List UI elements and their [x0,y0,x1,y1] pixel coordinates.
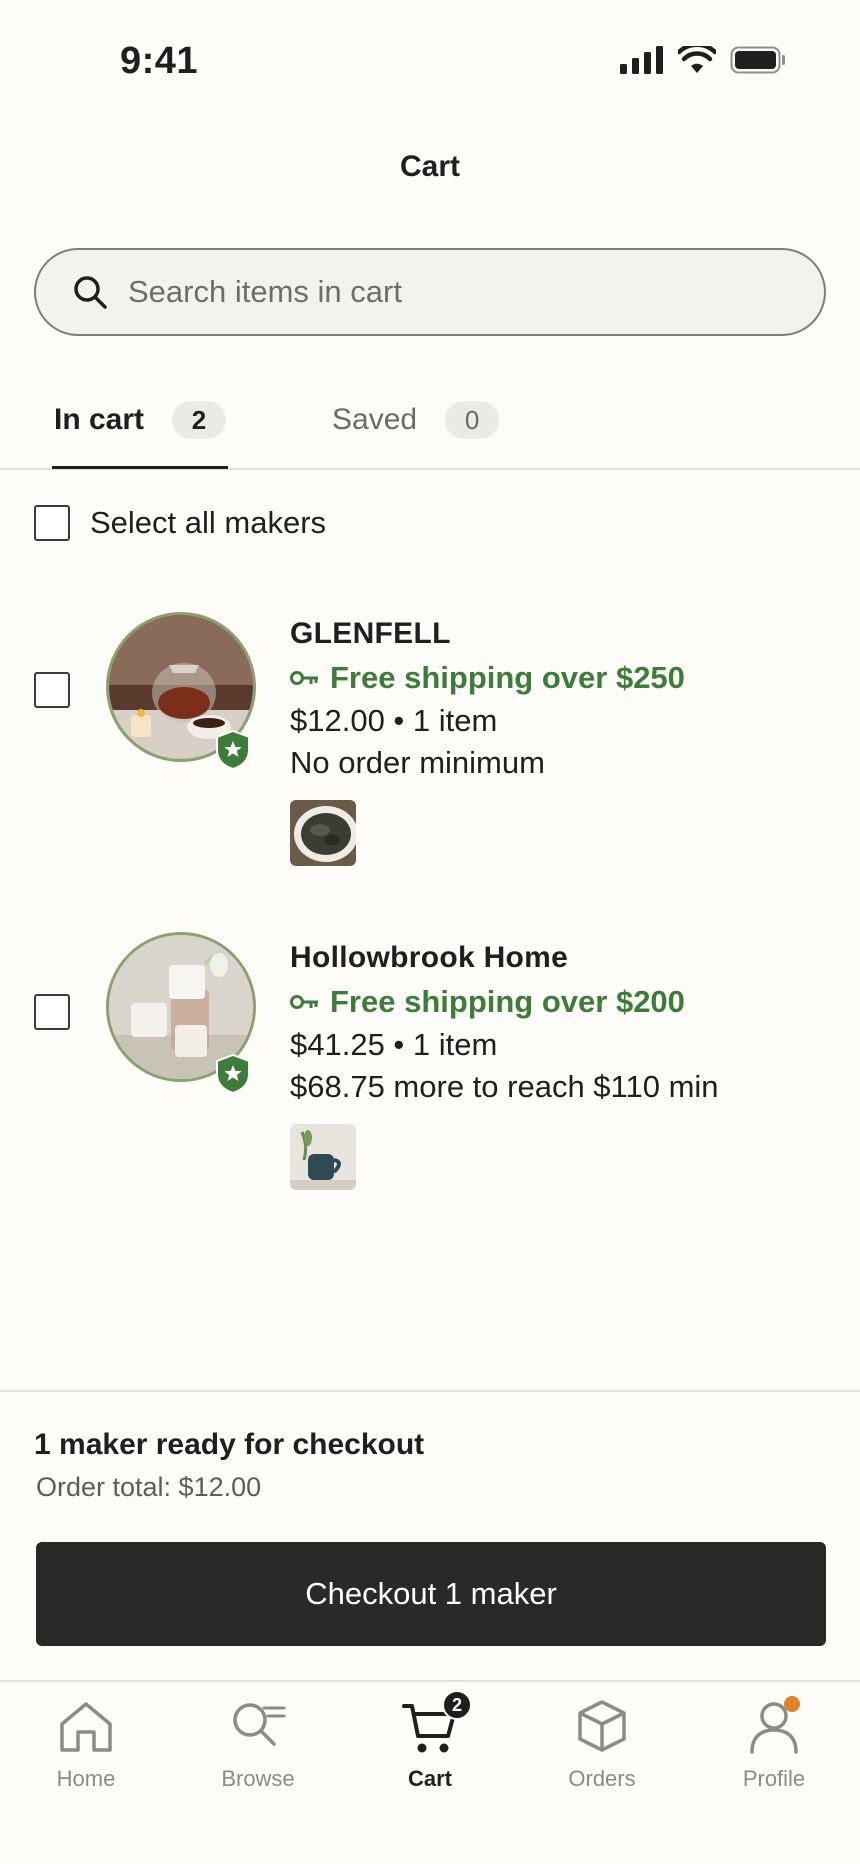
tabbar-profile[interactable]: Profile [704,1696,844,1792]
box-icon [578,1700,626,1752]
shipping-promo-text: Free shipping over $200 [330,984,685,1019]
tabbar-label: Cart [407,1766,452,1791]
status-bar: 9:41 [0,0,860,120]
cart-icon-wrap: 2 [400,1690,472,1756]
tabbar-cart[interactable]: 2 Cart [360,1690,500,1792]
price-line: $12.00 • 1 item [290,703,498,738]
cart-tabs: In cart 2 Saved 0 [0,370,860,470]
battery-icon [730,46,785,74]
search-bar[interactable] [34,248,826,336]
product-thumbnail[interactable] [290,800,356,866]
minimum-line: No order minimum [290,745,545,780]
tabbar-browse[interactable]: Browse [188,1696,328,1792]
tabbar-label: Profile [742,1766,806,1791]
tab-in-cart[interactable]: In cart 2 [54,370,227,470]
verified-maker-badge-icon [216,730,250,770]
verified-maker-badge-icon [216,1054,250,1094]
status-icons [620,46,786,74]
page-title: Cart [399,150,460,183]
shipping-promo: Free shipping over $250 [290,656,685,700]
tabbar-label: Browse [221,1766,295,1791]
price-line: $41.25 • 1 item [290,1027,498,1062]
search-input[interactable] [128,274,768,310]
profile-icon-wrap [744,1696,804,1756]
maker-info: Hollowbrook Home Free shipping over $200… [290,936,719,1190]
cart-count-badge: 2 [442,1690,472,1720]
tabbar-label: Orders [568,1766,636,1791]
status-time: 9:41 [120,40,199,82]
checkout-button[interactable]: Checkout 1 maker [36,1542,826,1646]
maker-checkbox[interactable] [34,672,70,708]
maker-name[interactable]: Hollowbrook Home [290,936,719,980]
maker-name[interactable]: GLENFELL [290,612,685,656]
order-total: Order total: $12.00 [36,1472,262,1502]
maker-info: GLENFELL Free shipping over $250 $12.00 … [290,612,685,866]
notification-dot [784,1696,800,1712]
product-thumbnail[interactable] [290,1124,356,1190]
key-icon [290,671,318,685]
tab-count-badge: 2 [172,401,227,439]
browse-icon [233,1703,286,1746]
tabbar-home[interactable]: Home [16,1696,156,1792]
mug-image [290,1124,356,1190]
summary-title: 1 maker ready for checkout [34,1428,425,1461]
search-icon [74,276,107,309]
key-icon [290,995,318,1009]
tea-leaves-image [290,800,356,866]
active-tab-indicator [52,466,228,469]
tabbar-orders[interactable]: Orders [532,1696,672,1792]
tab-count-badge: 0 [445,401,500,439]
shipping-promo: Free shipping over $200 [290,980,719,1024]
maker-checkbox[interactable] [34,994,70,1030]
select-all-row[interactable]: Select all makers [34,505,326,541]
signal-icon [620,46,663,74]
bottom-tab-bar: Home Browse 2 Cart Orders Profile [0,1680,860,1864]
tab-label: In cart [54,403,145,436]
tabbar-label: Home [56,1766,116,1791]
minimum-line: $68.75 more to reach $110 min [290,1069,719,1104]
home-icon [60,1702,112,1752]
shipping-promo-text: Free shipping over $250 [330,660,685,695]
wifi-icon [678,46,716,73]
checkout-summary: 1 maker ready for checkout Order total: … [0,1390,860,1682]
tab-label: Saved [332,403,418,436]
tab-saved[interactable]: Saved 0 [332,370,500,470]
select-all-label: Select all makers [90,505,327,540]
select-all-checkbox[interactable] [34,505,70,541]
